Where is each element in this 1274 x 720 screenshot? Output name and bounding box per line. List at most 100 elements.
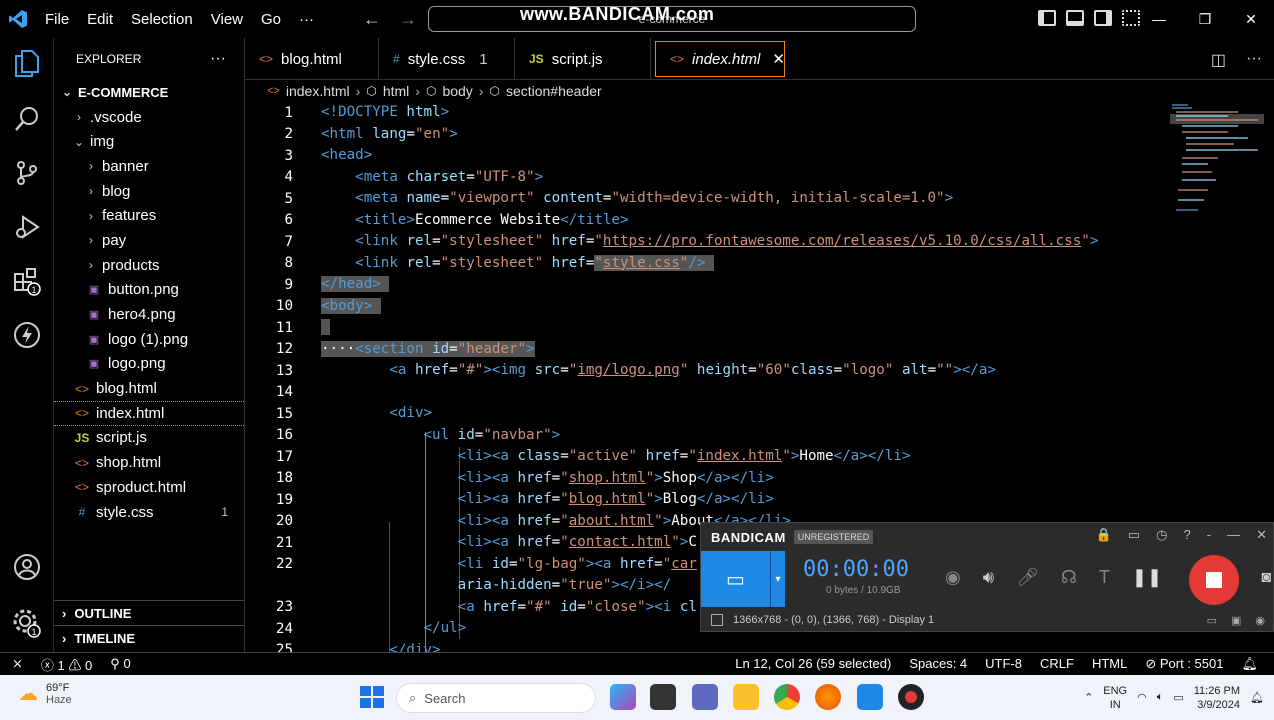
camera-icon[interactable]: ◙ <box>1261 569 1271 587</box>
image-icon[interactable]: ▣ <box>1231 614 1241 627</box>
menu-selection[interactable]: Selection <box>122 11 202 28</box>
breadcrumb-item[interactable]: index.html <box>286 83 350 99</box>
teams-icon[interactable] <box>692 684 718 710</box>
explorer-item[interactable]: <> index.html <box>54 400 244 426</box>
manage-gear-icon[interactable]: 1 <box>10 606 44 640</box>
breadcrumb-item[interactable]: section#header <box>506 83 602 99</box>
line-endings[interactable]: CRLF <box>1040 656 1074 672</box>
minimap[interactable] <box>1168 102 1264 222</box>
explorer-item[interactable]: ▣ button.png <box>54 278 244 303</box>
vscode-taskbar-icon[interactable] <box>857 684 883 710</box>
explorer-item[interactable]: › .vscode <box>54 105 244 130</box>
region-checkbox[interactable] <box>711 614 723 626</box>
bandicam-taskbar-icon[interactable] <box>898 684 924 710</box>
tab-index-html[interactable]: <> index.html ✕ <box>655 41 785 77</box>
folder-icon[interactable]: ▭ <box>1128 527 1140 543</box>
problems-indicator[interactable]: ⓧ 1 ⚠ 0 <box>41 655 92 674</box>
extensions-icon[interactable]: 1 <box>10 264 44 298</box>
live-server-port[interactable]: ⊘ Port : 5501 <box>1145 656 1223 672</box>
toggle-panel-icon[interactable] <box>1066 10 1084 26</box>
minimize-icon[interactable]: — <box>1227 527 1240 543</box>
breadcrumb-item[interactable]: html <box>383 83 409 99</box>
chevron-up-icon[interactable]: ⌃ <box>1084 691 1093 704</box>
timeline-section[interactable]: › TIMELINE <box>54 625 244 650</box>
explorer-item[interactable]: ▣ logo (1).png <box>54 327 244 352</box>
explorer-item[interactable]: # style.css 1 <box>54 500 244 525</box>
windows-start-icon[interactable] <box>358 684 384 710</box>
chrome-icon[interactable] <box>774 684 800 710</box>
source-control-icon[interactable] <box>10 156 44 190</box>
menu-view[interactable]: View <box>202 11 252 28</box>
weather-widget[interactable]: ☁ 69°F Haze <box>18 681 72 706</box>
pause-icon[interactable]: ❚❚ <box>1132 567 1162 588</box>
explorer-item[interactable]: ▣ logo.png <box>54 352 244 377</box>
speaker-icon[interactable]: 🔊︎ <box>983 567 994 588</box>
explorer-item[interactable]: ▣ hero4.png <box>54 302 244 327</box>
minimize-icon[interactable]: — <box>1136 11 1182 27</box>
screen-mode-icon[interactable]: ▭ <box>701 551 771 607</box>
explorer-item[interactable]: JS script.js <box>54 426 244 451</box>
close-icon[interactable]: ✕ <box>1256 527 1267 543</box>
notification-bell-icon[interactable]: 🔔︎ <box>1250 691 1264 704</box>
text-overlay-icon[interactable]: T <box>1099 567 1110 588</box>
menu-go[interactable]: Go <box>252 11 290 28</box>
indentation[interactable]: Spaces: 4 <box>909 656 967 672</box>
copilot-icon[interactable] <box>610 684 636 710</box>
tab-style-css[interactable]: # style.css 1 <box>379 38 515 80</box>
battery-icon[interactable]: ▭ <box>1173 691 1183 704</box>
workspace-root[interactable]: ⌄ E-COMMERCE <box>54 80 244 105</box>
explorer-item[interactable]: <> sproduct.html <box>54 475 244 500</box>
explorer-more-actions[interactable]: ··· <box>210 50 226 68</box>
collapse-icon[interactable]: ‐ <box>1207 527 1211 543</box>
clock-icon[interactable]: ◷ <box>1156 527 1167 543</box>
explorer-item[interactable]: ⌄ img <box>54 129 244 154</box>
task-view-icon[interactable] <box>650 684 676 710</box>
explorer-item[interactable]: <> blog.html <box>54 376 244 401</box>
explorer-item[interactable]: › products <box>54 253 244 278</box>
explorer-icon[interactable] <box>10 46 44 80</box>
restore-icon[interactable]: ❐ <box>1182 11 1228 28</box>
live-server-icon[interactable] <box>10 318 44 352</box>
explorer-item[interactable]: <> shop.html <box>54 450 244 475</box>
explorer-item[interactable]: › banner <box>54 154 244 179</box>
taskbar-search[interactable]: ⌕ Search <box>396 683 596 713</box>
wifi-icon[interactable]: ◠ <box>1137 691 1147 704</box>
editor-more-actions-icon[interactable]: ··· <box>1246 50 1262 70</box>
ports-indicator[interactable]: ⚲ 0 <box>110 656 130 672</box>
breadcrumb-item[interactable]: body <box>442 83 472 99</box>
language-mode[interactable]: HTML <box>1092 656 1127 672</box>
firefox-icon[interactable] <box>815 684 841 710</box>
file-explorer-icon[interactable] <box>733 684 759 710</box>
volume-icon[interactable]: 🔈︎ <box>1157 691 1164 704</box>
tab-script-js[interactable]: JS script.js <box>515 38 651 80</box>
notifications-bell-icon[interactable]: 🔔︎ <box>1241 656 1258 672</box>
lock-icon[interactable]: 🔒 <box>1096 527 1112 543</box>
video-icon[interactable]: ▭ <box>1207 614 1217 627</box>
search-icon[interactable] <box>10 102 44 136</box>
webcam-icon[interactable]: ◉ <box>945 567 961 588</box>
menu-more[interactable]: ··· <box>290 11 323 28</box>
tab-blog-html[interactable]: <> blog.html <box>245 38 379 80</box>
menu-file[interactable]: File <box>36 11 78 28</box>
audio-icon[interactable]: ◉ <box>1255 614 1265 627</box>
toggle-secondary-sidebar-icon[interactable] <box>1094 10 1112 26</box>
chevron-down-icon[interactable]: ▾ <box>771 551 785 607</box>
menu-edit[interactable]: Edit <box>78 11 122 28</box>
back-arrow-icon[interactable]: ← <box>363 9 381 30</box>
microphone-icon[interactable]: 🎤︎ <box>1016 567 1039 588</box>
cursor-position[interactable]: Ln 12, Col 26 (59 selected) <box>735 656 891 672</box>
split-editor-icon[interactable]: ◫ <box>1211 50 1226 70</box>
forward-arrow-icon[interactable]: → <box>399 9 417 30</box>
toggle-primary-sidebar-icon[interactable] <box>1038 10 1056 26</box>
outline-section[interactable]: › OUTLINE <box>54 600 244 625</box>
explorer-item[interactable]: › pay <box>54 228 244 253</box>
explorer-item[interactable]: › features <box>54 203 244 228</box>
close-tab-icon[interactable]: ✕ <box>772 50 785 68</box>
run-debug-icon[interactable] <box>10 210 44 244</box>
help-icon[interactable]: ? <box>1184 527 1191 543</box>
close-window-icon[interactable]: ✕ <box>1228 11 1274 28</box>
account-icon[interactable] <box>10 550 44 584</box>
language-indicator[interactable]: ENG IN <box>1103 684 1127 712</box>
explorer-item[interactable]: › blog <box>54 179 244 204</box>
stop-record-button[interactable] <box>1189 555 1239 605</box>
